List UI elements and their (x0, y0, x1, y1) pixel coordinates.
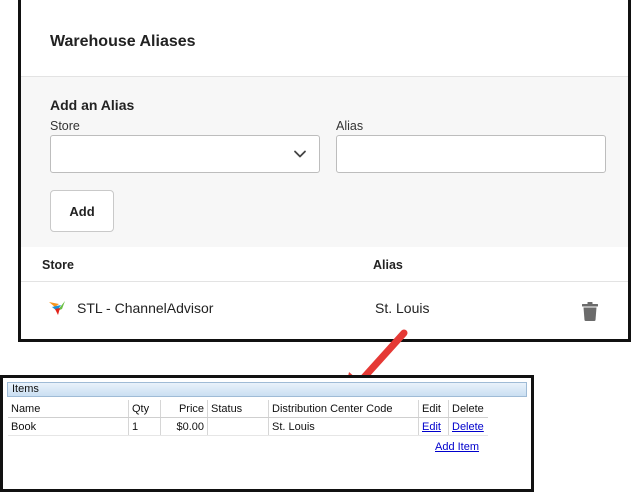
item-qty: 1 (128, 417, 161, 436)
column-header-store: Store (42, 258, 74, 272)
items-panel: Items Name Qty Price Status Distribution… (0, 375, 534, 492)
add-item-link[interactable]: Add Item (435, 441, 479, 453)
page-title: Warehouse Aliases (50, 33, 196, 50)
store-label: Store (50, 119, 80, 133)
column-header-price: Price (160, 400, 208, 418)
item-status (207, 417, 269, 436)
items-title-bar: Items (7, 382, 527, 397)
items-table: Name Qty Price Status Distribution Cente… (8, 400, 488, 436)
alias-label: Alias (336, 119, 364, 133)
table-header: Store Alias (21, 247, 628, 282)
items-header-row: Name Qty Price Status Distribution Cente… (8, 400, 488, 418)
add-alias-form: Add an Alias Store Alias Add (21, 77, 628, 247)
channeladvisor-logo-icon (49, 301, 65, 315)
table-row: Book 1 $0.00 St. Louis Edit Delete (8, 417, 488, 436)
column-header-qty: Qty (128, 400, 161, 418)
form-title: Add an Alias (50, 97, 135, 113)
column-header-edit: Edit (418, 400, 449, 418)
edit-link[interactable]: Edit (422, 421, 441, 433)
column-header-name: Name (8, 400, 129, 418)
panel-header: Warehouse Aliases (21, 0, 628, 77)
store-select[interactable] (50, 135, 320, 173)
column-header-status: Status (207, 400, 269, 418)
row-store-name: STL - ChannelAdvisor (77, 300, 214, 316)
warehouse-aliases-panel: Warehouse Aliases Add an Alias Store Ali… (18, 0, 631, 342)
row-alias-name: St. Louis (375, 300, 430, 316)
chevron-down-icon (294, 150, 306, 158)
trash-icon[interactable] (582, 302, 598, 321)
item-dc-code: St. Louis (268, 417, 419, 436)
item-name: Book (8, 417, 129, 436)
alias-input[interactable] (336, 135, 606, 173)
column-header-alias: Alias (373, 258, 403, 272)
add-button[interactable]: Add (50, 190, 114, 232)
table-row: STL - ChannelAdvisor St. Louis (21, 282, 628, 339)
delete-link[interactable]: Delete (452, 421, 484, 433)
column-header-delete: Delete (448, 400, 488, 418)
item-price: $0.00 (160, 417, 208, 436)
column-header-dc-code: Distribution Center Code (268, 400, 419, 418)
